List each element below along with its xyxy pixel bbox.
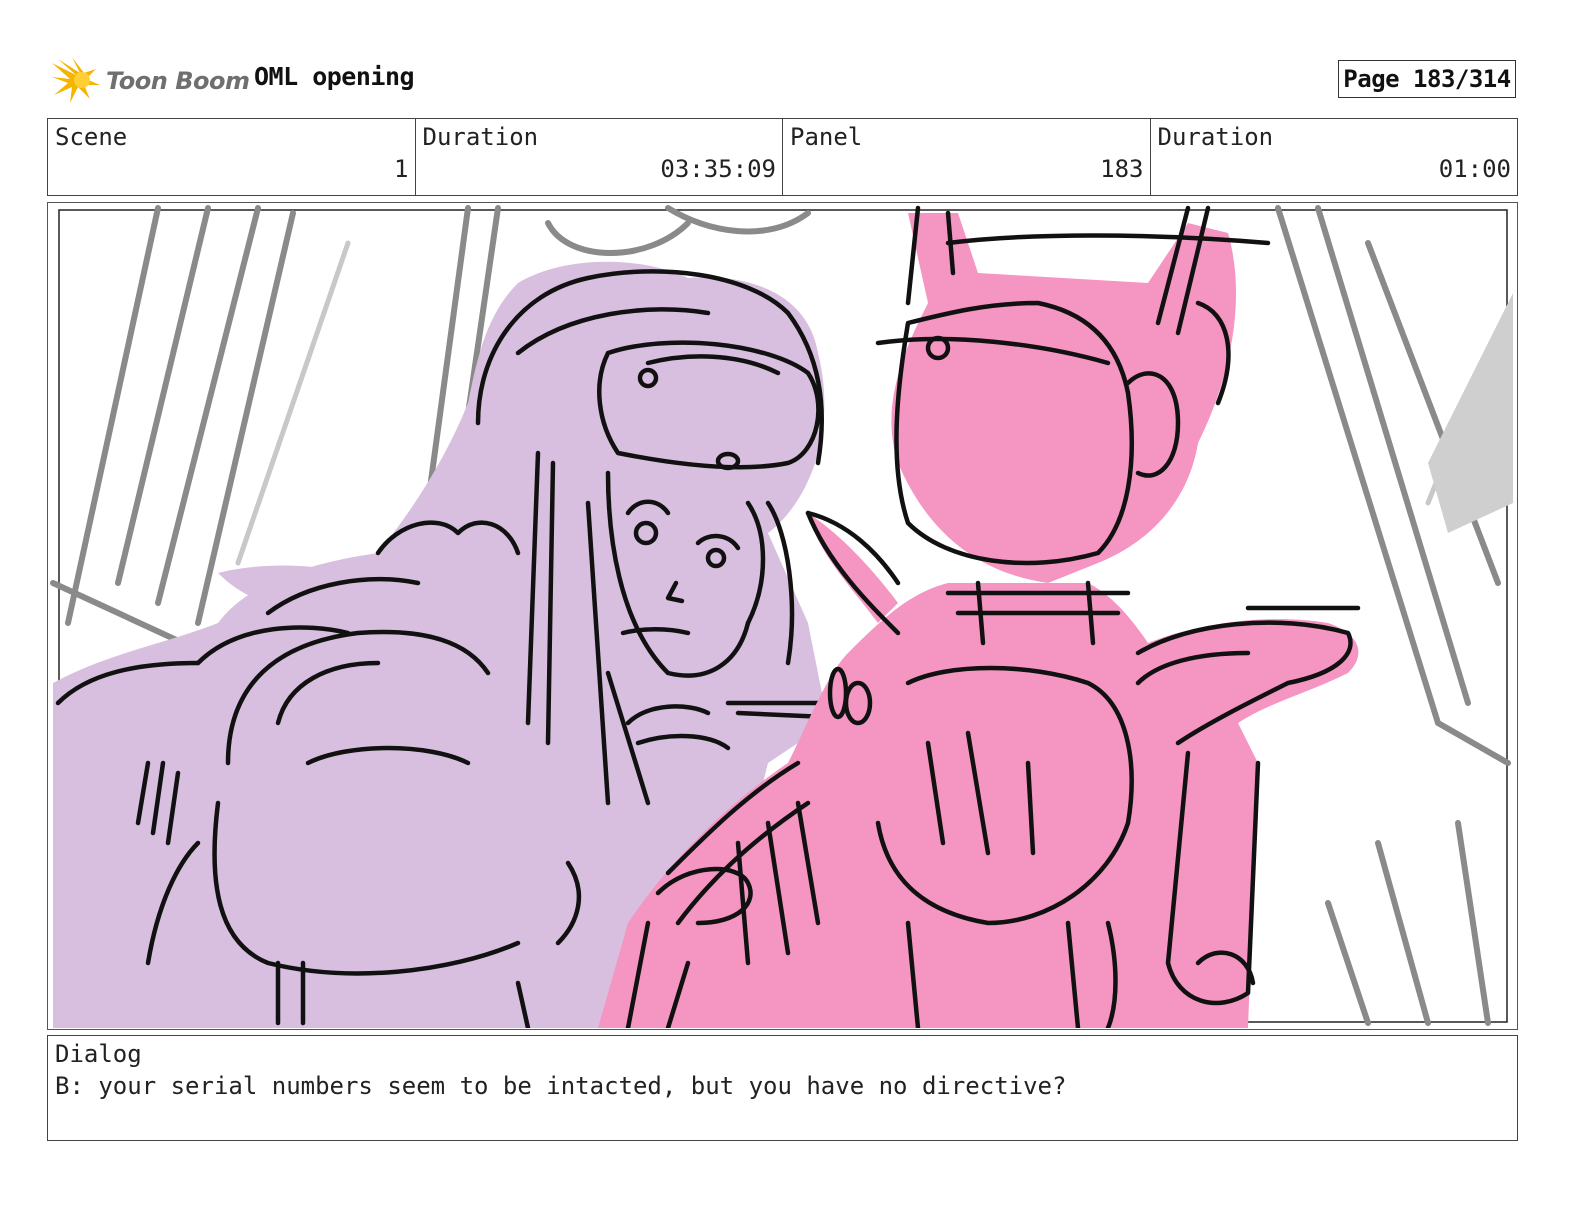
- dialog-text: B: your serial numbers seem to be intact…: [55, 1072, 1067, 1100]
- panel-cell: Panel 183: [783, 119, 1151, 195]
- toon-boom-logo: Toon Boom: [50, 55, 250, 107]
- panel-duration-cell: Duration 01:00: [1151, 119, 1518, 195]
- star-burst-icon: [52, 57, 100, 103]
- logo-text: Toon Boom: [106, 67, 250, 95]
- scene-duration-label: Duration: [422, 123, 539, 151]
- scene-label: Scene: [55, 123, 128, 151]
- page-indicator: Page 183/314: [1338, 60, 1516, 98]
- panel-value: 183: [1100, 155, 1144, 183]
- project-title: OML opening: [254, 62, 415, 91]
- scene-cell: Scene 1: [48, 119, 416, 195]
- scene-duration-cell: Duration 03:35:09: [416, 119, 783, 195]
- storyboard-panel: [47, 202, 1518, 1030]
- panel-info-row: Scene 1 Duration 03:35:09 Panel 183 Dura…: [47, 118, 1518, 196]
- scene-value: 1: [394, 155, 409, 183]
- panel-duration-label: Duration: [1157, 123, 1274, 151]
- dialog-label: Dialog: [55, 1040, 142, 1068]
- panel-duration-value: 01:00: [1438, 155, 1511, 183]
- panel-label: Panel: [790, 123, 863, 151]
- panel-sketch: [50, 205, 1513, 1028]
- scene-duration-value: 03:35:09: [660, 155, 776, 183]
- dialog-box: Dialog B: your serial numbers seem to be…: [47, 1035, 1518, 1141]
